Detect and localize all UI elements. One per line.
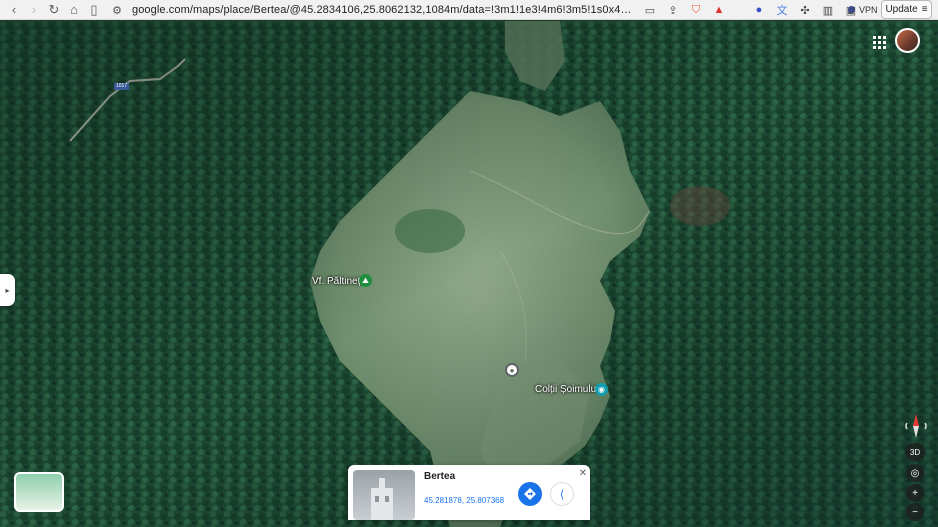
directions-button[interactable] — [518, 482, 542, 506]
translate-icon[interactable]: 文 — [772, 0, 792, 20]
home-icon[interactable]: ⌂ — [64, 0, 84, 20]
bookmark-icon[interactable]: ▯ — [84, 0, 104, 20]
url-text[interactable]: google.com/maps/place/Bertea/@45.2834106… — [132, 4, 637, 16]
zoom-out-button[interactable]: − — [906, 503, 924, 521]
google-apps-icon[interactable] — [870, 33, 888, 51]
place-photo[interactable] — [353, 470, 415, 520]
vpn-button[interactable]: VPN — [843, 1, 883, 18]
landmark-pin-icon[interactable]: ◉ — [595, 383, 608, 396]
rewards-icon[interactable]: ▲ — [709, 0, 729, 20]
address-bar[interactable]: ⚙ google.com/maps/place/Bertea/@45.28341… — [108, 0, 638, 20]
compass-icon[interactable] — [904, 411, 928, 441]
share-icon[interactable]: ⇪ — [663, 0, 683, 20]
browser-toolbar: ‹ › ↻ ⌂ ▯ ⚙ google.com/maps/place/Bertea… — [0, 0, 938, 20]
place-card[interactable]: Bertea 45.281878, 25.807368 ⟨ ✕ — [348, 465, 590, 520]
cast-icon[interactable]: ▭ — [640, 0, 660, 20]
vpn-label: VPN — [859, 4, 878, 15]
brave-shield-icon[interactable]: ⛉ — [686, 0, 706, 20]
extension-icon[interactable]: ● — [749, 0, 769, 20]
place-coordinates[interactable]: 45.281878, 25.807368 — [424, 496, 504, 505]
peak-label[interactable]: Vf. Păltineț — [312, 276, 360, 287]
3d-toggle-button[interactable]: 3D — [905, 443, 925, 461]
back-icon[interactable]: ‹ — [4, 0, 24, 20]
update-label: Update — [885, 4, 918, 15]
road-number-badge: 1017 — [114, 83, 130, 90]
reload-icon[interactable]: ↻ — [44, 0, 64, 20]
hiking-pin-icon[interactable]: ⛰ — [359, 274, 372, 287]
satellite-map[interactable]: 1017 ▸ Vf. Păltineț ⛰ ● Colții Șoimului … — [0, 21, 938, 527]
expand-side-panel-button[interactable]: ▸ — [0, 274, 15, 306]
my-location-icon[interactable]: ◎ — [906, 464, 924, 482]
update-button[interactable]: Update ≡ — [881, 0, 932, 19]
location-pin-icon[interactable]: ● — [505, 363, 519, 377]
menu-icon: ≡ — [921, 4, 928, 15]
toolbar-icons: ▭ ⇪ ⛉ ▲ ● 文 ✣ ▥ ▣ — [640, 0, 861, 20]
close-icon[interactable]: ✕ — [577, 467, 589, 479]
share-icon: ⟨ — [559, 488, 565, 501]
layers-toggle-button[interactable] — [14, 472, 64, 512]
landmark-label[interactable]: Colții Șoimului — [535, 384, 598, 395]
zoom-in-button[interactable]: + — [906, 484, 924, 502]
site-settings-icon[interactable]: ⚙ — [108, 0, 126, 20]
forward-icon[interactable]: › — [24, 0, 44, 20]
vpn-status-icon — [848, 6, 855, 13]
sidebar-icon[interactable]: ▥ — [818, 0, 838, 20]
puzzle-icon[interactable]: ✣ — [795, 0, 815, 20]
satellite-imagery — [0, 21, 938, 527]
directions-icon — [524, 488, 536, 500]
share-button[interactable]: ⟨ — [550, 482, 574, 506]
avatar[interactable] — [895, 28, 920, 53]
place-title: Bertea — [424, 471, 456, 482]
